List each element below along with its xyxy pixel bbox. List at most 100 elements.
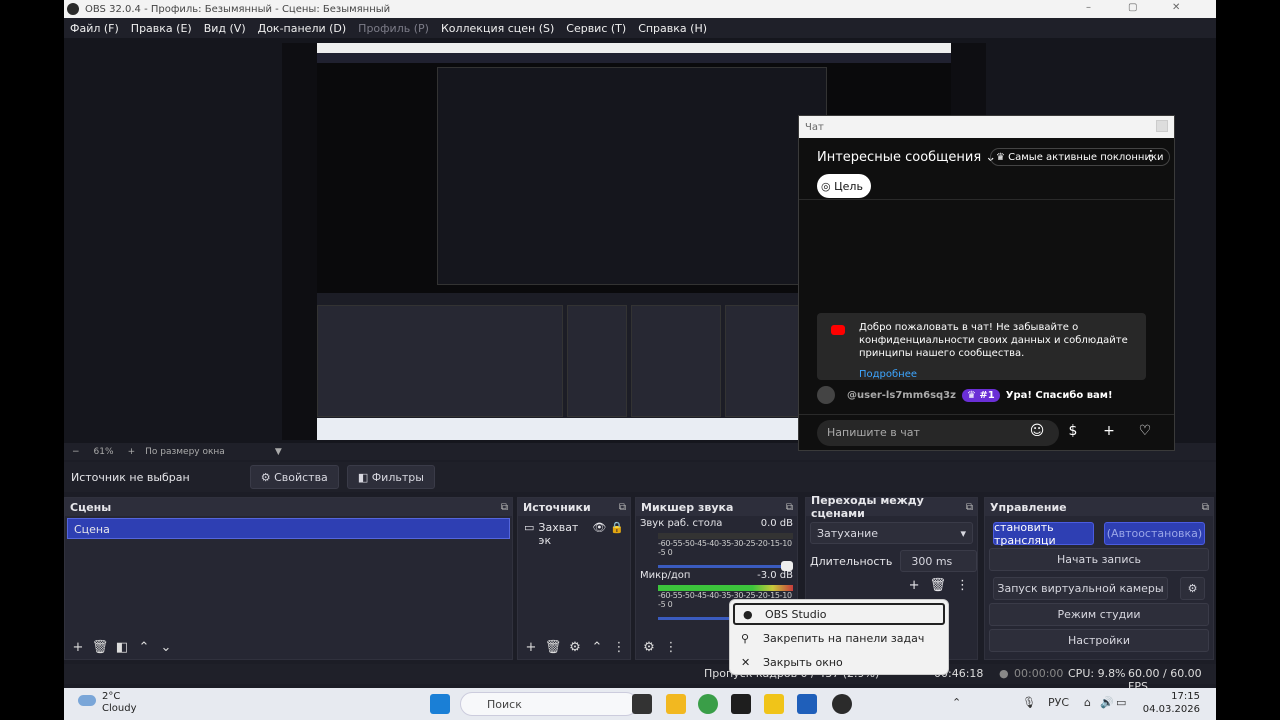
word-icon[interactable] bbox=[797, 694, 817, 714]
menu-docks[interactable]: Док-панели (D) bbox=[252, 22, 353, 35]
menu-file[interactable]: Файл (F) bbox=[64, 22, 125, 35]
record-timer: 00:00:00 bbox=[1014, 667, 1064, 680]
more-icon[interactable]: ⋮ bbox=[662, 640, 680, 655]
menu-item-obs-studio[interactable]: ● OBS Studio bbox=[733, 603, 945, 625]
close-icon[interactable] bbox=[1156, 120, 1168, 132]
top-fans-button[interactable]: ♛ Самые активные поклонники bbox=[990, 148, 1170, 166]
up-icon[interactable]: ⌃ bbox=[135, 640, 153, 655]
wifi-icon[interactable]: ⌂ bbox=[1084, 696, 1091, 709]
chat-window: Чат Интересные сообщения ⌄ ♛ Самые актив… bbox=[798, 115, 1175, 451]
record-button[interactable]: Начать запись bbox=[989, 548, 1209, 571]
filter-icon[interactable]: ◧ bbox=[113, 640, 131, 655]
float-icon[interactable]: ⧉ bbox=[1202, 502, 1209, 513]
chat-input[interactable]: Напишите в чат bbox=[817, 420, 1059, 446]
tray-chevron-icon[interactable]: ⌃ bbox=[952, 696, 961, 709]
language-indicator[interactable]: РУС bbox=[1048, 696, 1069, 709]
auto-stop-button[interactable]: (Автоостановка) bbox=[1104, 522, 1205, 545]
scene-item[interactable]: Сцена bbox=[67, 518, 510, 539]
down-icon[interactable]: ⌄ bbox=[157, 640, 175, 655]
goal-label: Цель bbox=[834, 179, 863, 193]
trash-icon[interactable]: 🗑 bbox=[544, 640, 562, 655]
filters-button[interactable]: ◧ Фильтры bbox=[346, 465, 435, 489]
taskbar-search[interactable]: Поиск bbox=[460, 692, 638, 716]
more-icon[interactable]: ⋮ bbox=[956, 578, 969, 593]
menu-view[interactable]: Вид (V) bbox=[198, 22, 252, 35]
minimize-button[interactable]: – bbox=[1086, 2, 1091, 13]
windows-start-icon[interactable] bbox=[430, 694, 450, 714]
float-icon[interactable]: ⧉ bbox=[786, 502, 793, 513]
trash-icon[interactable]: 🗑 bbox=[929, 578, 946, 593]
menu-help[interactable]: Справка (H) bbox=[632, 22, 713, 35]
gear-icon[interactable]: ⚙ bbox=[640, 640, 658, 655]
message-author[interactable]: @user-ls7mm6sq3z bbox=[847, 390, 956, 401]
battery-icon[interactable]: ▭ bbox=[1116, 696, 1126, 709]
obs-taskbar-icon[interactable] bbox=[832, 694, 852, 714]
youtube-icon bbox=[831, 325, 845, 335]
heart-icon[interactable]: ♡ bbox=[1135, 423, 1155, 443]
chat-filter-label: Интересные сообщения bbox=[817, 150, 982, 165]
explorer-icon[interactable] bbox=[666, 694, 686, 714]
clock[interactable]: 17:15 04.03.2026 bbox=[1132, 690, 1200, 716]
gear-icon[interactable]: ⚙ bbox=[1180, 577, 1205, 600]
float-icon[interactable]: ⧉ bbox=[966, 502, 973, 513]
filter-icon: ◧ bbox=[357, 470, 372, 484]
more-icon[interactable]: ⋮ bbox=[610, 640, 628, 655]
crown-icon: ♛ bbox=[996, 151, 1009, 163]
cloud-icon bbox=[78, 695, 96, 706]
eye-icon[interactable]: 👁 bbox=[592, 521, 606, 547]
menu-item-pin[interactable]: ⚲ Закрепить на панели задач bbox=[733, 627, 945, 649]
menu-item-close[interactable]: ✕ Закрыть окно bbox=[733, 651, 945, 673]
lock-icon[interactable]: 🔒 bbox=[610, 521, 624, 547]
goal-button[interactable]: ◎ Цель bbox=[817, 174, 871, 198]
duration-label: Длительность bbox=[810, 554, 893, 568]
task-view-icon[interactable] bbox=[632, 694, 652, 714]
add-icon[interactable]: + bbox=[522, 640, 540, 655]
weather-widget[interactable]: 2°C Cloudy bbox=[78, 691, 136, 715]
emoji-icon[interactable]: ☺ bbox=[1027, 423, 1047, 443]
up-icon[interactable]: ⌃ bbox=[588, 640, 606, 655]
float-icon[interactable]: ⧉ bbox=[619, 502, 626, 513]
app-icon[interactable] bbox=[764, 694, 784, 714]
more-icon[interactable]: ⋮ bbox=[1144, 148, 1158, 164]
x-icon[interactable] bbox=[731, 694, 751, 714]
menu-tools[interactable]: Сервис (T) bbox=[560, 22, 632, 35]
add-icon[interactable]: + bbox=[1099, 423, 1119, 443]
menu-edit[interactable]: Правка (E) bbox=[125, 22, 198, 35]
mic-icon[interactable]: 🎙 bbox=[1022, 696, 1036, 709]
volume-icon[interactable]: 🔊 bbox=[1100, 696, 1114, 709]
add-icon[interactable]: + bbox=[909, 578, 920, 593]
maximize-button[interactable]: ▢ bbox=[1128, 2, 1137, 13]
virtual-camera-button[interactable]: Запуск виртуальной камеры bbox=[993, 577, 1168, 600]
fps: 60.00 / 60.00 FPS bbox=[1128, 667, 1202, 688]
add-icon[interactable]: + bbox=[69, 640, 87, 655]
super-chat-icon[interactable]: $ bbox=[1063, 423, 1083, 443]
menu-item-label: Закрепить на панели задач bbox=[763, 631, 925, 645]
chrome-icon[interactable] bbox=[698, 694, 718, 714]
zoom-mode[interactable]: По размеру окна bbox=[145, 447, 225, 457]
properties-button[interactable]: ⚙ Свойства bbox=[249, 465, 339, 489]
menu-profile[interactable]: Профиль (P) bbox=[352, 22, 435, 35]
chat-filter-dropdown[interactable]: Интересные сообщения ⌄ bbox=[817, 150, 996, 165]
pin-icon: ⚲ bbox=[741, 631, 750, 645]
transition-select[interactable]: Затухание ▾ bbox=[810, 522, 973, 544]
zoom-in-button[interactable]: + bbox=[128, 447, 136, 457]
zoom-dropdown-icon[interactable]: ▼ bbox=[275, 447, 282, 457]
menu-scene-collection[interactable]: Коллекция сцен (S) bbox=[435, 22, 560, 35]
settings-button[interactable]: Настройки bbox=[989, 629, 1209, 652]
studio-mode-button[interactable]: Режим студии bbox=[989, 603, 1209, 626]
zoom-value: 61% bbox=[93, 446, 114, 457]
monitor-icon: ▭ bbox=[524, 521, 535, 534]
record-indicator-icon: ● bbox=[999, 667, 1009, 680]
avatar bbox=[817, 386, 835, 404]
trash-icon[interactable]: 🗑 bbox=[91, 640, 109, 655]
welcome-banner: Добро пожаловать в чат! Не забывайте о к… bbox=[817, 313, 1146, 380]
duration-input[interactable]: 300 ms bbox=[900, 550, 977, 572]
more-link[interactable]: Подробнее bbox=[859, 368, 1136, 381]
float-icon[interactable]: ⧉ bbox=[501, 502, 508, 513]
gear-icon[interactable]: ⚙ bbox=[566, 640, 584, 655]
zoom-out-button[interactable]: − bbox=[72, 447, 80, 457]
source-item[interactable]: ▭ Захват эк 👁 🔒 bbox=[518, 516, 630, 552]
close-button[interactable]: ✕ bbox=[1172, 2, 1180, 13]
stop-stream-button[interactable]: становить трансляци bbox=[993, 521, 1094, 547]
window-title: OBS 32.0.4 - Профиль: Безымянный - Сцены… bbox=[85, 3, 391, 15]
